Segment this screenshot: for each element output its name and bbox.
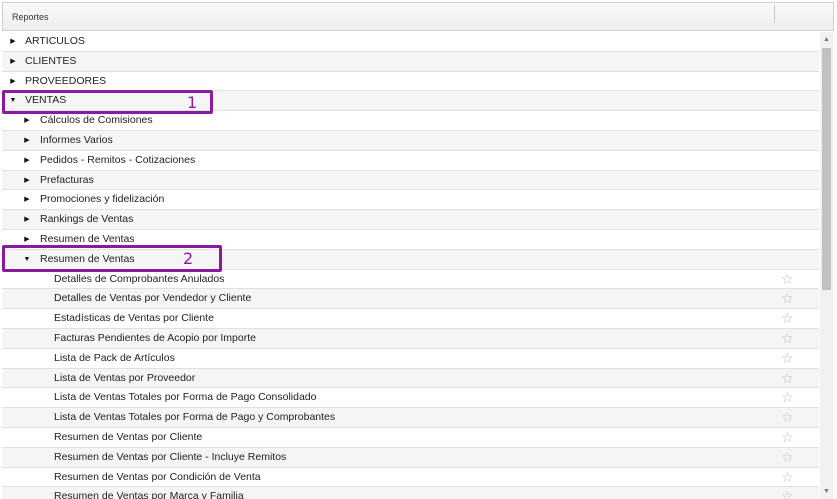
report-item[interactable]: Lista de Pack de Artículos ☆ — [2, 349, 819, 369]
star-outline-icon[interactable]: ☆ — [781, 487, 794, 499]
annotation-number-1: 1 — [187, 93, 198, 112]
star-outline-icon[interactable]: ☆ — [781, 329, 794, 348]
report-item[interactable]: Resumen de Ventas por Cliente ☆ — [2, 428, 819, 448]
tree-node-label: PROVEEDORES — [25, 74, 107, 87]
report-label: Resumen de Ventas por Cliente — [54, 430, 203, 443]
header-column-divider[interactable] — [774, 5, 775, 23]
report-item[interactable]: Detalles de Ventas por Vendedor y Client… — [2, 289, 819, 310]
star-outline-icon[interactable]: ☆ — [781, 270, 794, 289]
star-outline-icon[interactable]: ☆ — [781, 369, 794, 388]
star-outline-icon[interactable]: ☆ — [781, 468, 794, 487]
caret-right-icon[interactable]: ▶ — [22, 210, 32, 229]
star-outline-icon[interactable]: ☆ — [781, 408, 794, 427]
tree-node-label: Promociones y fidelización — [40, 193, 165, 206]
reports-header-title: Reportes — [12, 12, 49, 22]
report-item[interactable]: Resumen de Ventas por Condición de Venta… — [2, 468, 819, 488]
report-item[interactable]: Lista de Ventas Totales por Forma de Pag… — [2, 408, 819, 428]
star-outline-icon[interactable]: ☆ — [781, 448, 794, 467]
tree-node-promociones[interactable]: ▶ Promociones y fidelización — [2, 190, 819, 211]
reports-header: Reportes — [2, 2, 834, 31]
report-item[interactable]: Detalles de Comprobantes Anulados ☆ — [2, 270, 819, 290]
report-label: Lista de Ventas Totales por Forma de Pag… — [54, 411, 336, 424]
report-item[interactable]: Facturas Pendientes de Acopio por Import… — [2, 328, 819, 349]
annotation-box-2: 2 — [2, 245, 222, 272]
report-label: Resumen de Ventas por Condición de Venta — [54, 470, 261, 483]
tree-node-rankings[interactable]: ▶ Rankings de Ventas — [2, 210, 819, 230]
vertical-scrollbar[interactable]: ▲ ▼ — [820, 32, 833, 499]
scroll-up-icon[interactable]: ▲ — [823, 36, 830, 43]
tree-node-clientes[interactable]: ▶ CLIENTES — [2, 51, 819, 72]
tree-node-articulos[interactable]: ▶ ARTICULOS — [2, 32, 819, 52]
report-label: Estadísticas de Ventas por Cliente — [54, 312, 214, 325]
caret-right-icon[interactable]: ▶ — [22, 171, 32, 190]
tree-node-label: Prefacturas — [40, 173, 94, 186]
caret-right-icon[interactable]: ▶ — [22, 111, 32, 130]
star-outline-icon[interactable]: ☆ — [781, 309, 794, 328]
annotation-number-2: 2 — [183, 249, 194, 268]
report-item[interactable]: Estadísticas de Ventas por Cliente ☆ — [2, 309, 819, 329]
report-label: Lista de Pack de Artículos — [54, 351, 175, 364]
tree-node-calculos-comisiones[interactable]: ▶ Cálculos de Comisiones — [2, 111, 819, 131]
tree-node-informes-varios[interactable]: ▶ Informes Varios — [2, 130, 819, 151]
report-label: Lista de Ventas por Proveedor — [54, 371, 196, 384]
report-label: Resumen de Ventas por Cliente - Incluye … — [54, 450, 287, 463]
report-label: Detalles de Ventas por Vendedor y Client… — [54, 292, 252, 305]
report-item[interactable]: Resumen de Ventas por Cliente - Incluye … — [2, 447, 819, 468]
report-label: Resumen de Ventas por Marca y Familia — [54, 490, 244, 499]
tree-node-label: Pedidos - Remitos - Cotizaciones — [40, 153, 196, 166]
report-label: Facturas Pendientes de Acopio por Import… — [54, 331, 256, 344]
star-outline-icon[interactable]: ☆ — [781, 428, 794, 447]
star-outline-icon[interactable]: ☆ — [781, 289, 794, 308]
caret-right-icon[interactable]: ▶ — [22, 151, 32, 170]
scroll-down-icon[interactable]: ▼ — [823, 488, 830, 495]
caret-right-icon[interactable]: ▶ — [22, 190, 32, 209]
tree-node-label: CLIENTES — [25, 54, 77, 67]
report-item[interactable]: Resumen de Ventas por Marca y Familia ☆ — [2, 487, 819, 499]
report-label: Lista de Ventas Totales por Forma de Pag… — [54, 391, 317, 404]
annotation-box-1: 1 — [2, 90, 213, 114]
scrollbar-thumb[interactable] — [822, 48, 831, 290]
report-item[interactable]: Lista de Ventas Totales por Forma de Pag… — [2, 388, 819, 409]
star-outline-icon[interactable]: ☆ — [781, 388, 794, 407]
tree-node-label: Informes Varios — [40, 133, 113, 146]
report-item[interactable]: Lista de Ventas por Proveedor ☆ — [2, 368, 819, 389]
caret-right-icon[interactable]: ▶ — [8, 52, 18, 71]
tree-node-label: Cálculos de Comisiones — [40, 114, 153, 127]
tree-node-proveedores[interactable]: ▶ PROVEEDORES — [2, 72, 819, 92]
caret-right-icon[interactable]: ▶ — [8, 72, 18, 91]
tree-node-label: ARTICULOS — [25, 35, 85, 47]
star-outline-icon[interactable]: ☆ — [781, 349, 794, 368]
caret-right-icon[interactable]: ▶ — [8, 32, 18, 51]
report-label: Detalles de Comprobantes Anulados — [54, 272, 225, 285]
tree-node-pedidos-remitos[interactable]: ▶ Pedidos - Remitos - Cotizaciones — [2, 151, 819, 171]
tree-node-label: Rankings de Ventas — [40, 213, 134, 226]
tree-node-prefacturas[interactable]: ▶ Prefacturas — [2, 170, 819, 191]
caret-right-icon[interactable]: ▶ — [22, 131, 32, 150]
